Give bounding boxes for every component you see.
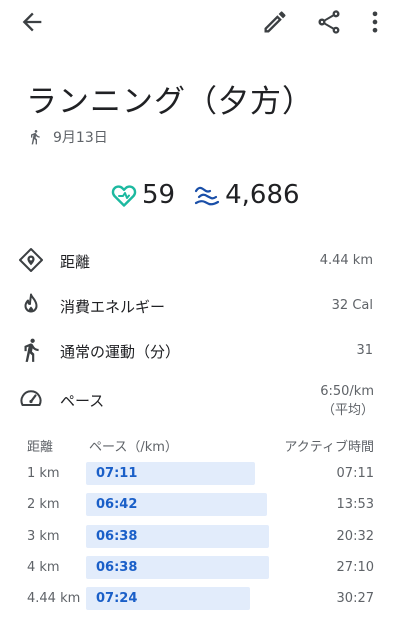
date-row: 9月13日 — [27, 127, 108, 147]
split-row: 2 km 06:42 13:53 — [0, 493, 400, 517]
split-active-time: 20:32 — [336, 529, 374, 544]
heart-points-value: 59 — [142, 180, 176, 210]
split-pace: 06:38 — [96, 560, 138, 575]
walking-person-icon — [18, 337, 44, 363]
split-active-time: 07:11 — [336, 466, 374, 481]
arrow-back-icon — [22, 12, 42, 32]
heart-points-icon — [111, 185, 137, 207]
split-distance: 4 km — [27, 560, 60, 575]
split-pace: 06:38 — [96, 529, 138, 544]
flame-icon — [18, 292, 44, 318]
splits-header-pace: ペース（/km） — [89, 440, 178, 455]
split-row: 3 km 06:38 20:32 — [0, 525, 400, 549]
metric-label: 通常の運動（分） — [60, 343, 181, 361]
split-pace: 06:42 — [96, 497, 138, 512]
metric-label: 消費エネルギー — [60, 298, 166, 316]
split-distance: 1 km — [27, 466, 60, 481]
metric-move-minutes: 通常の運動（分） 31 — [0, 335, 400, 365]
activity-title: ランニング（夕方） — [26, 84, 314, 120]
pace-value: 6:50/km （平均） — [320, 382, 374, 420]
activity-date: 9月13日 — [53, 130, 108, 146]
running-person-icon — [31, 130, 40, 145]
summary-stats: 59 4,686 — [110, 178, 300, 212]
split-active-time: 30:27 — [336, 591, 374, 606]
location-diamond-icon — [18, 247, 44, 273]
split-active-time: 13:53 — [336, 497, 374, 512]
split-row: 4.44 km 07:24 30:27 — [0, 587, 400, 611]
top-app-bar — [0, 0, 400, 44]
edit-button[interactable] — [261, 8, 289, 36]
split-pace: 07:11 — [96, 466, 138, 481]
splits-header-active-time: アクティブ時間 — [284, 440, 374, 455]
share-button[interactable] — [315, 8, 343, 36]
metric-distance: 距離 4.44 km — [0, 245, 400, 275]
split-distance: 3 km — [27, 529, 60, 544]
metric-value: 32 Cal — [331, 298, 373, 313]
split-distance: 2 km — [27, 497, 60, 512]
split-pace: 07:24 — [96, 591, 138, 606]
speedometer-icon — [18, 386, 44, 412]
metric-label: 距離 — [60, 253, 91, 271]
split-row: 1 km 07:11 07:11 — [0, 462, 400, 486]
back-button[interactable] — [18, 8, 46, 36]
more-options-button[interactable] — [361, 8, 389, 36]
split-distance: 4.44 km — [27, 591, 81, 606]
heart-points-stat: 59 — [110, 180, 175, 210]
split-row: 4 km 06:38 27:10 — [0, 556, 400, 580]
metric-label: ペース — [60, 392, 105, 410]
split-active-time: 27:10 — [336, 560, 374, 575]
steps-icon — [194, 186, 220, 206]
splits-header-distance: 距離 — [27, 440, 54, 455]
steps-value: 4,686 — [225, 180, 300, 210]
more-vert-icon — [372, 11, 378, 33]
pencil-icon — [264, 11, 286, 33]
pace-average-note: （平均） — [321, 403, 374, 418]
metric-calories: 消費エネルギー 32 Cal — [0, 290, 400, 320]
steps-stat: 4,686 — [193, 180, 300, 210]
share-icon — [318, 10, 340, 34]
metric-value: 31 — [356, 343, 373, 358]
metric-value: 4.44 km — [319, 253, 373, 268]
pace-average-value: 6:50/km — [320, 384, 374, 399]
